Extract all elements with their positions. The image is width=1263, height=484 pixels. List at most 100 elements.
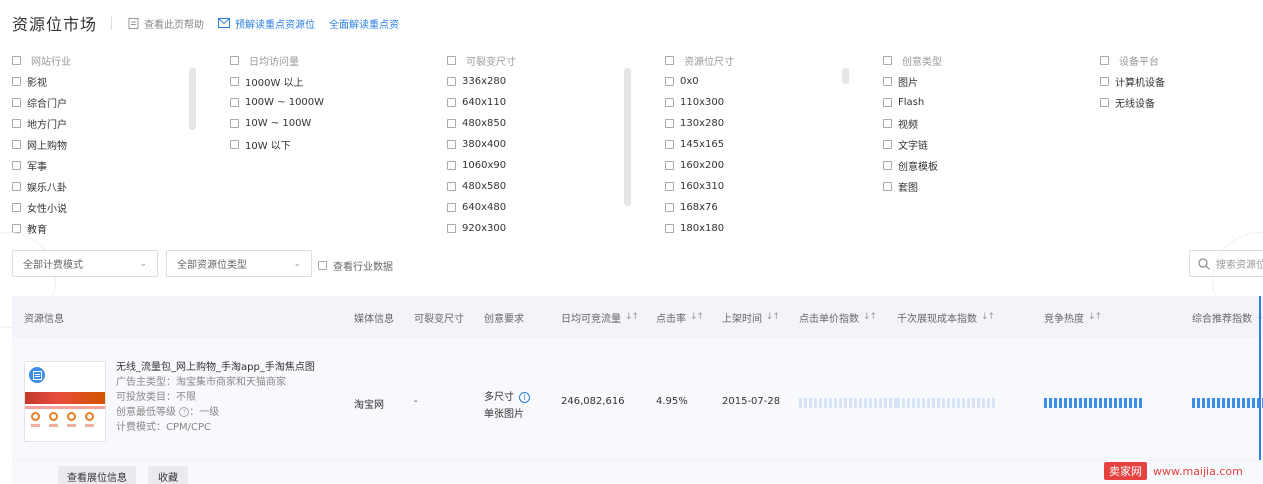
filter-option[interactable]: 1060x90 — [447, 155, 516, 176]
filter-platform-header[interactable]: 设备平台 — [1100, 50, 1165, 71]
checkbox[interactable] — [12, 182, 21, 191]
filter-option[interactable]: 军事 — [12, 155, 71, 176]
filter-creative-type-header[interactable]: 创意类型 — [883, 50, 942, 71]
checkbox[interactable] — [665, 119, 674, 128]
col-online[interactable]: 上架时间 ↓↑ — [722, 296, 780, 338]
filter-option[interactable]: 计算机设备 — [1100, 71, 1165, 92]
sort-icon[interactable]: ↓↑ — [766, 312, 780, 322]
checkbox[interactable] — [12, 77, 21, 86]
checkbox[interactable] — [318, 261, 327, 270]
col-heat[interactable]: 竞争热度 ↓↑ — [1044, 296, 1102, 338]
checkbox[interactable] — [447, 98, 456, 107]
filter-option[interactable]: 180x180 — [665, 218, 734, 239]
checkbox[interactable] — [447, 203, 456, 212]
filter-option[interactable]: 0x0 — [665, 71, 734, 92]
checkbox[interactable] — [665, 56, 674, 65]
checkbox[interactable] — [883, 119, 892, 128]
checkbox[interactable] — [447, 224, 456, 233]
checkbox[interactable] — [230, 56, 239, 65]
filter-option[interactable]: 视频 — [883, 113, 942, 134]
checkbox[interactable] — [12, 56, 21, 65]
checkbox[interactable] — [447, 77, 456, 86]
filter-option[interactable]: 地方门户 — [12, 113, 71, 134]
checkbox[interactable] — [883, 161, 892, 170]
filter-option[interactable]: 130x280 — [665, 113, 734, 134]
sort-icon[interactable]: ↓↑ — [690, 312, 704, 322]
filter-option[interactable]: 1000W 以上 — [230, 71, 324, 92]
filter-option[interactable]: 480x580 — [447, 176, 516, 197]
full-analysis-link[interactable]: 全面解读重点资 — [329, 16, 399, 31]
filter-crack-size-header[interactable]: 可裂变尺寸 — [447, 50, 516, 71]
industry-data-toggle[interactable]: 查看行业数据 — [318, 258, 393, 273]
checkbox[interactable] — [230, 77, 239, 86]
checkbox[interactable] — [883, 98, 892, 107]
checkbox[interactable] — [665, 140, 674, 149]
checkbox[interactable] — [230, 98, 239, 107]
filter-option[interactable]: 336x280 — [447, 71, 516, 92]
checkbox[interactable] — [883, 56, 892, 65]
filter-option[interactable]: 10W 以下 — [230, 134, 324, 155]
checkbox[interactable] — [447, 161, 456, 170]
checkbox[interactable] — [447, 182, 456, 191]
slot-size-scrollbar[interactable] — [842, 68, 849, 84]
filter-option[interactable]: 无线设备 — [1100, 92, 1165, 113]
resource-name[interactable]: 无线_流量包_网上购物_手淘app_手淘焦点图 — [116, 360, 315, 375]
view-info-button[interactable]: 查看展位信息 — [58, 466, 136, 484]
col-cpc-index[interactable]: 点击单价指数 ↓↑ — [799, 296, 877, 338]
filter-option[interactable]: 168x76 — [665, 197, 734, 218]
checkbox[interactable] — [12, 140, 21, 149]
checkbox[interactable] — [883, 77, 892, 86]
filter-option[interactable]: Flash — [883, 92, 942, 113]
filter-option[interactable]: 480x850 — [447, 113, 516, 134]
checkbox[interactable] — [12, 203, 21, 212]
sort-icon[interactable]: ↓↑ — [981, 312, 995, 322]
filter-option[interactable]: 640x110 — [447, 92, 516, 113]
slot-type-select[interactable]: 全部资源位类型 ⌄ — [166, 250, 312, 277]
search-input[interactable]: 搜索资源位 — [1189, 250, 1263, 277]
filter-option[interactable]: 100W ~ 1000W — [230, 92, 324, 113]
col-ctr[interactable]: 点击率 ↓↑ — [656, 296, 704, 338]
checkbox[interactable] — [12, 161, 21, 170]
checkbox[interactable] — [447, 56, 456, 65]
collect-button[interactable]: 收藏 — [148, 466, 188, 484]
sort-icon[interactable]: ↓↑ — [625, 312, 639, 322]
filter-option[interactable]: 10W ~ 100W — [230, 113, 324, 134]
checkbox[interactable] — [230, 119, 239, 128]
filter-option[interactable]: 145x165 — [665, 134, 734, 155]
checkbox[interactable] — [1100, 98, 1109, 107]
checkbox[interactable] — [665, 161, 674, 170]
resource-thumbnail[interactable] — [24, 361, 106, 442]
filter-option[interactable]: 网上购物 — [12, 134, 71, 155]
filter-option[interactable]: 920x300 — [447, 218, 516, 239]
sort-icon[interactable]: ↓↑ — [1088, 312, 1102, 322]
sort-icon[interactable]: ↓↑ — [863, 312, 877, 322]
help-link[interactable]: 查看此页帮助 — [128, 16, 204, 31]
checkbox[interactable] — [665, 77, 674, 86]
checkbox[interactable] — [1100, 56, 1109, 65]
help-icon[interactable]: ? — [179, 407, 190, 417]
checkbox[interactable] — [447, 119, 456, 128]
filter-traffic-header[interactable]: 日均访问量 — [230, 50, 324, 71]
filter-option[interactable]: 娱乐八卦 — [12, 176, 71, 197]
premium-link[interactable]: 预解读重点资源位 — [218, 16, 315, 31]
crack-size-scrollbar[interactable] — [624, 68, 631, 206]
filter-option[interactable]: 套图 — [883, 176, 942, 197]
checkbox[interactable] — [665, 182, 674, 191]
filter-option[interactable]: 创意模板 — [883, 155, 942, 176]
checkbox[interactable] — [447, 140, 456, 149]
filter-option[interactable]: 图片 — [883, 71, 942, 92]
filter-option[interactable]: 综合门户 — [12, 92, 71, 113]
filter-option[interactable]: 女性小说 — [12, 197, 71, 218]
filter-option[interactable]: 160x310 — [665, 176, 734, 197]
filter-industry-header[interactable]: 网站行业 — [12, 50, 71, 71]
checkbox[interactable] — [665, 224, 674, 233]
checkbox[interactable] — [12, 98, 21, 107]
checkbox[interactable] — [665, 98, 674, 107]
col-overall[interactable]: 综合推荐指数↓ — [1192, 296, 1263, 338]
checkbox[interactable] — [883, 182, 892, 191]
col-cpm-index[interactable]: 千次展现成本指数 ↓↑ — [897, 296, 995, 338]
billing-mode-select[interactable]: 全部计费模式 ⌄ — [12, 250, 158, 277]
filter-option[interactable]: 影视 — [12, 71, 71, 92]
filter-option[interactable]: 110x300 — [665, 92, 734, 113]
info-icon[interactable]: i — [519, 391, 530, 403]
